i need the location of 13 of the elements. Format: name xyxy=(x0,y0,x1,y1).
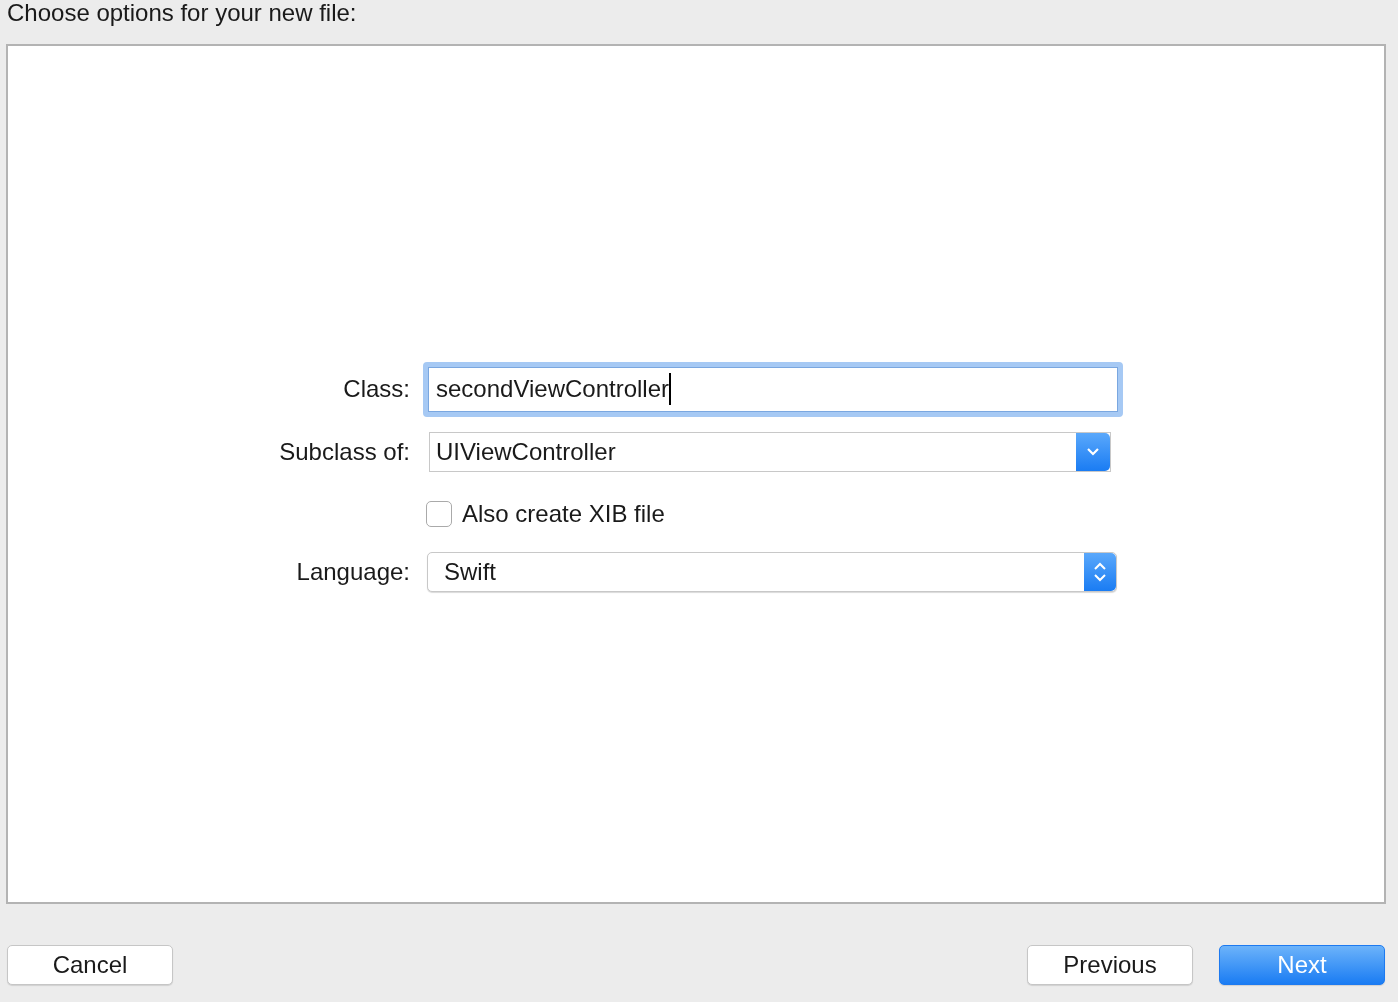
field-label: Class: xyxy=(342,375,410,403)
dialog-title: Choose options for your new file: xyxy=(7,0,357,26)
field-label: Language: xyxy=(295,557,410,586)
dialog-button[interactable]: Cancel xyxy=(7,945,173,985)
checkbox-label: Also create XIB file xyxy=(462,499,665,528)
checkbox[interactable] xyxy=(426,500,452,527)
up-down-arrows-icon[interactable] xyxy=(1084,552,1116,591)
field-label: Subclass of: xyxy=(278,437,410,466)
text-field[interactable]: secondViewController xyxy=(423,361,1123,417)
combo-box[interactable]: UIViewController xyxy=(429,431,1111,472)
popup-button[interactable]: Swift xyxy=(427,551,1117,592)
chevron-down-icon[interactable] xyxy=(1076,432,1110,471)
dialog-button[interactable]: Previous xyxy=(1027,945,1193,985)
